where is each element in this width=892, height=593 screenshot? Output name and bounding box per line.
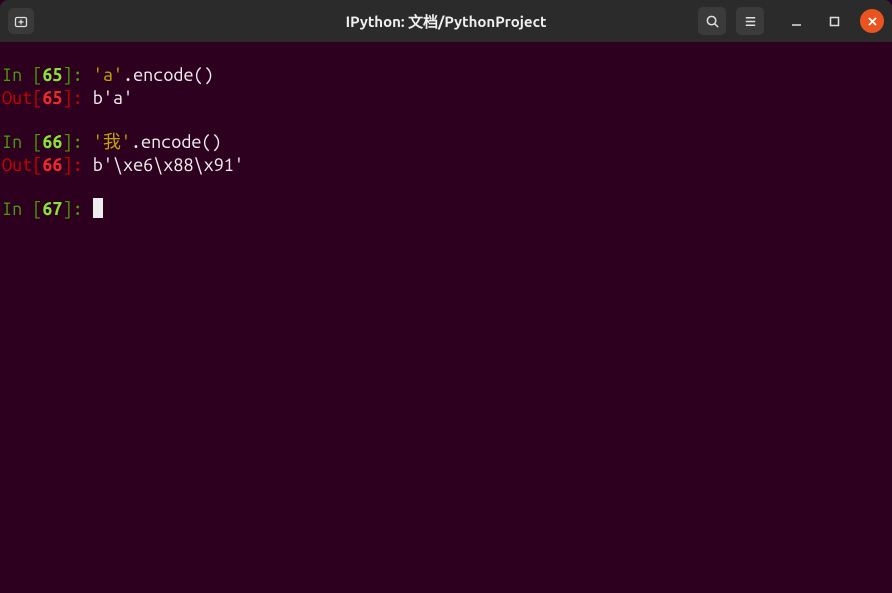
- out-label: Out[: [2, 155, 42, 175]
- search-icon: [705, 14, 720, 29]
- new-tab-button[interactable]: [8, 8, 34, 34]
- maximize-icon: [829, 16, 840, 27]
- search-button[interactable]: [698, 7, 726, 35]
- input-line: In [65]: 'a'.encode(): [2, 64, 890, 87]
- maximize-button[interactable]: [822, 9, 846, 33]
- prompt-line[interactable]: In [67]:: [2, 198, 890, 221]
- in-label: In [: [2, 65, 42, 85]
- in-number: 65: [42, 65, 62, 85]
- in-label: In [: [2, 199, 42, 219]
- menu-button[interactable]: [736, 7, 764, 35]
- in-number: 67: [42, 199, 62, 219]
- close-icon: [867, 16, 878, 27]
- out-suffix: ]:: [63, 155, 93, 175]
- window-controls: [784, 9, 884, 33]
- cell-block: In [66]: '我'.encode() Out[66]: b'\xe6\x8…: [2, 131, 890, 176]
- code-rest: .encode(): [123, 65, 214, 85]
- string-literal: '我': [93, 132, 131, 152]
- hamburger-icon: [743, 14, 758, 29]
- code-rest: .encode(): [131, 132, 222, 152]
- cell-block: In [65]: 'a'.encode() Out[65]: b'a': [2, 64, 890, 109]
- input-line: In [66]: '我'.encode(): [2, 131, 890, 154]
- terminal-content[interactable]: In [65]: 'a'.encode() Out[65]: b'a' In […: [0, 42, 892, 221]
- out-number: 65: [42, 88, 62, 108]
- string-literal: 'a': [93, 65, 123, 85]
- in-number: 66: [42, 132, 62, 152]
- output-line: Out[65]: b'a': [2, 87, 890, 110]
- in-suffix: ]:: [63, 65, 93, 85]
- new-tab-icon: [13, 13, 29, 29]
- output-text: b'\xe6\x88\x91': [93, 155, 244, 175]
- window-title: IPython: 文档/PythonProject: [346, 11, 547, 32]
- titlebar-right: [698, 7, 884, 35]
- close-button[interactable]: [860, 9, 884, 33]
- output-line: Out[66]: b'\xe6\x88\x91': [2, 154, 890, 177]
- in-label: In [: [2, 132, 42, 152]
- out-number: 66: [42, 155, 62, 175]
- minimize-button[interactable]: [784, 9, 808, 33]
- minimize-icon: [791, 16, 802, 27]
- out-suffix: ]:: [63, 88, 93, 108]
- cursor: [93, 198, 103, 218]
- in-suffix: ]:: [63, 199, 93, 219]
- window-titlebar: IPython: 文档/PythonProject: [0, 0, 892, 42]
- titlebar-left: [8, 8, 34, 34]
- output-text: b'a': [93, 88, 133, 108]
- in-suffix: ]:: [63, 132, 93, 152]
- out-label: Out[: [2, 88, 42, 108]
